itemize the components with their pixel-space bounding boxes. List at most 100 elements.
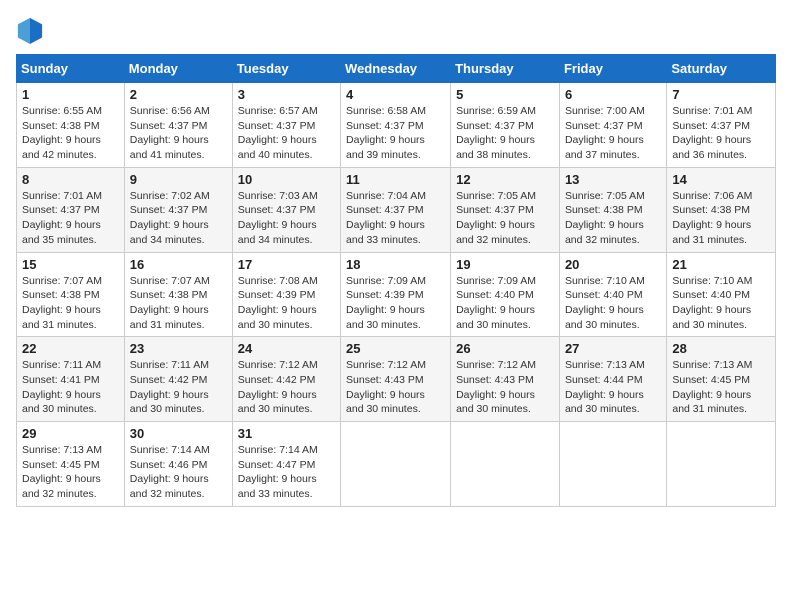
day-info: Sunrise: 7:06 AM Sunset: 4:38 PM Dayligh…	[672, 189, 770, 248]
day-info: Sunrise: 7:01 AM Sunset: 4:37 PM Dayligh…	[672, 104, 770, 163]
day-number: 19	[456, 257, 554, 272]
weekday-header: Thursday	[451, 55, 560, 83]
day-number: 27	[565, 341, 661, 356]
page-header	[16, 16, 776, 44]
day-info: Sunrise: 7:10 AM Sunset: 4:40 PM Dayligh…	[565, 274, 661, 333]
weekday-header: Friday	[559, 55, 666, 83]
day-number: 15	[22, 257, 119, 272]
day-cell: 28 Sunrise: 7:13 AM Sunset: 4:45 PM Dayl…	[667, 337, 776, 422]
day-cell: 9 Sunrise: 7:02 AM Sunset: 4:37 PM Dayli…	[124, 167, 232, 252]
day-cell: 17 Sunrise: 7:08 AM Sunset: 4:39 PM Dayl…	[232, 252, 340, 337]
day-number: 20	[565, 257, 661, 272]
day-info: Sunrise: 7:07 AM Sunset: 4:38 PM Dayligh…	[130, 274, 227, 333]
empty-day-cell	[559, 422, 666, 507]
empty-day-cell	[341, 422, 451, 507]
weekday-header: Saturday	[667, 55, 776, 83]
weekday-header: Wednesday	[341, 55, 451, 83]
day-number: 7	[672, 87, 770, 102]
day-info: Sunrise: 7:03 AM Sunset: 4:37 PM Dayligh…	[238, 189, 335, 248]
day-number: 21	[672, 257, 770, 272]
day-info: Sunrise: 7:02 AM Sunset: 4:37 PM Dayligh…	[130, 189, 227, 248]
day-cell: 15 Sunrise: 7:07 AM Sunset: 4:38 PM Dayl…	[17, 252, 125, 337]
day-number: 11	[346, 172, 445, 187]
day-number: 12	[456, 172, 554, 187]
day-info: Sunrise: 7:13 AM Sunset: 4:44 PM Dayligh…	[565, 358, 661, 417]
day-number: 26	[456, 341, 554, 356]
day-cell: 21 Sunrise: 7:10 AM Sunset: 4:40 PM Dayl…	[667, 252, 776, 337]
day-cell: 7 Sunrise: 7:01 AM Sunset: 4:37 PM Dayli…	[667, 83, 776, 168]
day-info: Sunrise: 6:56 AM Sunset: 4:37 PM Dayligh…	[130, 104, 227, 163]
day-cell: 23 Sunrise: 7:11 AM Sunset: 4:42 PM Dayl…	[124, 337, 232, 422]
day-number: 16	[130, 257, 227, 272]
day-number: 31	[238, 426, 335, 441]
day-cell: 31 Sunrise: 7:14 AM Sunset: 4:47 PM Dayl…	[232, 422, 340, 507]
day-info: Sunrise: 7:12 AM Sunset: 4:43 PM Dayligh…	[456, 358, 554, 417]
day-number: 29	[22, 426, 119, 441]
day-info: Sunrise: 7:13 AM Sunset: 4:45 PM Dayligh…	[22, 443, 119, 502]
day-cell: 6 Sunrise: 7:00 AM Sunset: 4:37 PM Dayli…	[559, 83, 666, 168]
day-cell: 27 Sunrise: 7:13 AM Sunset: 4:44 PM Dayl…	[559, 337, 666, 422]
day-number: 25	[346, 341, 445, 356]
weekday-header: Tuesday	[232, 55, 340, 83]
weekday-header-row: SundayMondayTuesdayWednesdayThursdayFrid…	[17, 55, 776, 83]
day-info: Sunrise: 7:07 AM Sunset: 4:38 PM Dayligh…	[22, 274, 119, 333]
day-cell: 29 Sunrise: 7:13 AM Sunset: 4:45 PM Dayl…	[17, 422, 125, 507]
day-number: 17	[238, 257, 335, 272]
day-info: Sunrise: 7:05 AM Sunset: 4:37 PM Dayligh…	[456, 189, 554, 248]
calendar-table: SundayMondayTuesdayWednesdayThursdayFrid…	[16, 54, 776, 507]
day-number: 4	[346, 87, 445, 102]
day-number: 24	[238, 341, 335, 356]
day-info: Sunrise: 6:59 AM Sunset: 4:37 PM Dayligh…	[456, 104, 554, 163]
day-cell: 25 Sunrise: 7:12 AM Sunset: 4:43 PM Dayl…	[341, 337, 451, 422]
day-number: 2	[130, 87, 227, 102]
day-cell: 18 Sunrise: 7:09 AM Sunset: 4:39 PM Dayl…	[341, 252, 451, 337]
day-cell: 4 Sunrise: 6:58 AM Sunset: 4:37 PM Dayli…	[341, 83, 451, 168]
day-cell: 19 Sunrise: 7:09 AM Sunset: 4:40 PM Dayl…	[451, 252, 560, 337]
day-cell: 13 Sunrise: 7:05 AM Sunset: 4:38 PM Dayl…	[559, 167, 666, 252]
day-number: 8	[22, 172, 119, 187]
day-number: 10	[238, 172, 335, 187]
day-info: Sunrise: 7:09 AM Sunset: 4:39 PM Dayligh…	[346, 274, 445, 333]
day-cell: 20 Sunrise: 7:10 AM Sunset: 4:40 PM Dayl…	[559, 252, 666, 337]
day-cell: 26 Sunrise: 7:12 AM Sunset: 4:43 PM Dayl…	[451, 337, 560, 422]
day-info: Sunrise: 6:57 AM Sunset: 4:37 PM Dayligh…	[238, 104, 335, 163]
day-cell: 2 Sunrise: 6:56 AM Sunset: 4:37 PM Dayli…	[124, 83, 232, 168]
day-info: Sunrise: 7:13 AM Sunset: 4:45 PM Dayligh…	[672, 358, 770, 417]
day-info: Sunrise: 7:11 AM Sunset: 4:41 PM Dayligh…	[22, 358, 119, 417]
day-cell: 1 Sunrise: 6:55 AM Sunset: 4:38 PM Dayli…	[17, 83, 125, 168]
day-cell: 14 Sunrise: 7:06 AM Sunset: 4:38 PM Dayl…	[667, 167, 776, 252]
weekday-header: Monday	[124, 55, 232, 83]
day-info: Sunrise: 7:10 AM Sunset: 4:40 PM Dayligh…	[672, 274, 770, 333]
day-number: 14	[672, 172, 770, 187]
day-info: Sunrise: 6:58 AM Sunset: 4:37 PM Dayligh…	[346, 104, 445, 163]
day-info: Sunrise: 6:55 AM Sunset: 4:38 PM Dayligh…	[22, 104, 119, 163]
day-info: Sunrise: 7:04 AM Sunset: 4:37 PM Dayligh…	[346, 189, 445, 248]
day-info: Sunrise: 7:14 AM Sunset: 4:46 PM Dayligh…	[130, 443, 227, 502]
day-number: 3	[238, 87, 335, 102]
day-number: 23	[130, 341, 227, 356]
calendar-week-row: 22 Sunrise: 7:11 AM Sunset: 4:41 PM Dayl…	[17, 337, 776, 422]
calendar-week-row: 1 Sunrise: 6:55 AM Sunset: 4:38 PM Dayli…	[17, 83, 776, 168]
day-number: 30	[130, 426, 227, 441]
day-number: 22	[22, 341, 119, 356]
day-cell: 5 Sunrise: 6:59 AM Sunset: 4:37 PM Dayli…	[451, 83, 560, 168]
day-cell: 24 Sunrise: 7:12 AM Sunset: 4:42 PM Dayl…	[232, 337, 340, 422]
day-cell: 12 Sunrise: 7:05 AM Sunset: 4:37 PM Dayl…	[451, 167, 560, 252]
day-info: Sunrise: 7:08 AM Sunset: 4:39 PM Dayligh…	[238, 274, 335, 333]
day-cell: 16 Sunrise: 7:07 AM Sunset: 4:38 PM Dayl…	[124, 252, 232, 337]
day-cell: 8 Sunrise: 7:01 AM Sunset: 4:37 PM Dayli…	[17, 167, 125, 252]
day-info: Sunrise: 7:01 AM Sunset: 4:37 PM Dayligh…	[22, 189, 119, 248]
calendar-week-row: 8 Sunrise: 7:01 AM Sunset: 4:37 PM Dayli…	[17, 167, 776, 252]
day-cell: 10 Sunrise: 7:03 AM Sunset: 4:37 PM Dayl…	[232, 167, 340, 252]
day-cell: 3 Sunrise: 6:57 AM Sunset: 4:37 PM Dayli…	[232, 83, 340, 168]
day-info: Sunrise: 7:12 AM Sunset: 4:42 PM Dayligh…	[238, 358, 335, 417]
day-number: 1	[22, 87, 119, 102]
weekday-header: Sunday	[17, 55, 125, 83]
day-number: 13	[565, 172, 661, 187]
day-cell: 30 Sunrise: 7:14 AM Sunset: 4:46 PM Dayl…	[124, 422, 232, 507]
day-info: Sunrise: 7:11 AM Sunset: 4:42 PM Dayligh…	[130, 358, 227, 417]
day-info: Sunrise: 7:14 AM Sunset: 4:47 PM Dayligh…	[238, 443, 335, 502]
day-cell: 22 Sunrise: 7:11 AM Sunset: 4:41 PM Dayl…	[17, 337, 125, 422]
calendar-week-row: 29 Sunrise: 7:13 AM Sunset: 4:45 PM Dayl…	[17, 422, 776, 507]
day-number: 18	[346, 257, 445, 272]
